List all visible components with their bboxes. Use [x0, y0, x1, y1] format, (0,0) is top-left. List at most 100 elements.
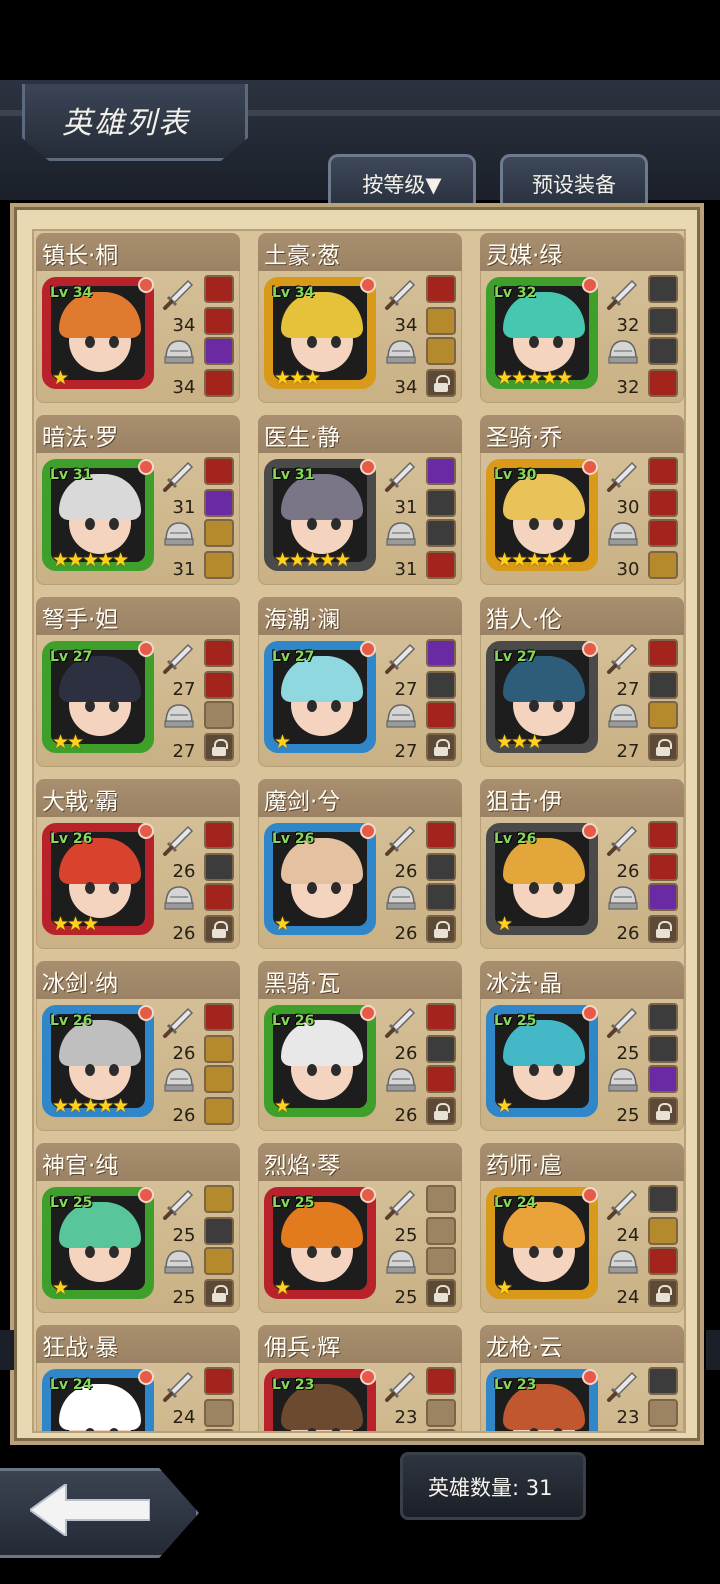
- hero-card[interactable]: 土豪·葱 Lv 34 ★★★ 34 34: [258, 233, 462, 403]
- equipment-slot[interactable]: [204, 671, 234, 699]
- hero-card[interactable]: 狂战·暴Lv 242424: [36, 1325, 240, 1431]
- hero-portrait[interactable]: Lv 26 ★: [264, 823, 376, 935]
- equipment-slot[interactable]: [648, 1035, 678, 1063]
- equipment-slot[interactable]: [426, 701, 456, 729]
- hero-card[interactable]: 灵媒·绿 Lv 32 ★★★★★ 32 32: [480, 233, 684, 403]
- equipment-slot[interactable]: [648, 821, 678, 849]
- hero-portrait[interactable]: Lv 32 ★★★★★: [486, 277, 598, 389]
- hero-card[interactable]: 神官·纯 Lv 25 ★ 25 25: [36, 1143, 240, 1313]
- locked-slot-icon[interactable]: [426, 733, 456, 761]
- equipment-slot[interactable]: [204, 275, 234, 303]
- empty-equipment-slot[interactable]: [204, 1429, 234, 1431]
- equipment-slot[interactable]: [648, 853, 678, 881]
- hero-card[interactable]: 龙枪·云Lv 232323: [480, 1325, 684, 1431]
- equipment-slot[interactable]: [426, 489, 456, 517]
- hero-portrait[interactable]: Lv 31 ★★★★★: [42, 459, 154, 571]
- hero-portrait[interactable]: Lv 26 ★: [264, 1005, 376, 1117]
- empty-equipment-slot[interactable]: [426, 1429, 456, 1431]
- hero-card[interactable]: 大戟·霸 Lv 26 ★★★ 26 26: [36, 779, 240, 949]
- equipment-slot[interactable]: [204, 1035, 234, 1063]
- locked-slot-icon[interactable]: [426, 1097, 456, 1125]
- hero-portrait[interactable]: Lv 26 ★★★★★: [42, 1005, 154, 1117]
- equipment-slot[interactable]: [426, 671, 456, 699]
- equipment-slot[interactable]: [426, 821, 456, 849]
- hero-card[interactable]: 医生·静 Lv 31 ★★★★★ 31 31: [258, 415, 462, 585]
- equipment-slot[interactable]: [426, 639, 456, 667]
- hero-card[interactable]: 药师·扈 Lv 24 ★ 24 24: [480, 1143, 684, 1313]
- equipment-slot[interactable]: [426, 457, 456, 485]
- equipment-slot[interactable]: [648, 275, 678, 303]
- equipment-slot[interactable]: [426, 1003, 456, 1031]
- locked-slot-icon[interactable]: [426, 915, 456, 943]
- hero-card[interactable]: 烈焰·琴 Lv 25 ★ 25 25: [258, 1143, 462, 1313]
- hero-card[interactable]: 弩手·妲 Lv 27 ★★ 27 27: [36, 597, 240, 767]
- hero-card[interactable]: 暗法·罗 Lv 31 ★★★★★ 31 31: [36, 415, 240, 585]
- locked-slot-icon[interactable]: [204, 733, 234, 761]
- equipment-slot[interactable]: [204, 489, 234, 517]
- equipment-slot[interactable]: [204, 883, 234, 911]
- hero-portrait[interactable]: Lv 31 ★★★★★: [264, 459, 376, 571]
- equipment-slot[interactable]: [426, 519, 456, 547]
- equipment-slot[interactable]: [426, 307, 456, 335]
- preset-equipment-button[interactable]: 预设装备: [500, 154, 648, 209]
- hero-portrait[interactable]: Lv 24 ★: [486, 1187, 598, 1299]
- equipment-slot[interactable]: [204, 1217, 234, 1245]
- hero-grid[interactable]: 镇长·桐 Lv 34 ★ 34 34 土豪·葱 Lv 34 ★★★ 34 34 灵媒·绿 Lv 32 ★…: [32, 229, 686, 1433]
- equipment-slot[interactable]: [204, 307, 234, 335]
- equipment-slot[interactable]: [648, 489, 678, 517]
- equipment-slot[interactable]: [648, 883, 678, 911]
- empty-equipment-slot[interactable]: [204, 1399, 234, 1427]
- equipment-slot[interactable]: [648, 1217, 678, 1245]
- equipment-slot[interactable]: [426, 1035, 456, 1063]
- empty-equipment-slot[interactable]: [426, 1399, 456, 1427]
- equipment-slot[interactable]: [648, 1247, 678, 1275]
- equipment-slot[interactable]: [648, 701, 678, 729]
- locked-slot-icon[interactable]: [426, 369, 456, 397]
- hero-portrait[interactable]: Lv 26 ★: [486, 823, 598, 935]
- hero-card[interactable]: 魔剑·兮 Lv 26 ★ 26 26: [258, 779, 462, 949]
- hero-card[interactable]: 冰剑·纳 Lv 26 ★★★★★ 26 26: [36, 961, 240, 1131]
- hero-card[interactable]: 黑骑·瓦 Lv 26 ★ 26 26: [258, 961, 462, 1131]
- hero-card[interactable]: 冰法·晶 Lv 25 ★ 25 25: [480, 961, 684, 1131]
- hero-portrait[interactable]: Lv 27 ★★: [42, 641, 154, 753]
- empty-equipment-slot[interactable]: [648, 1429, 678, 1431]
- equipment-slot[interactable]: [426, 275, 456, 303]
- equipment-slot[interactable]: [204, 337, 234, 365]
- equipment-slot[interactable]: [204, 1097, 234, 1125]
- equipment-slot[interactable]: [426, 1065, 456, 1093]
- empty-equipment-slot[interactable]: [426, 1217, 456, 1245]
- empty-equipment-slot[interactable]: [648, 1399, 678, 1427]
- equipment-slot[interactable]: [204, 821, 234, 849]
- equipment-slot[interactable]: [648, 1185, 678, 1213]
- equipment-slot[interactable]: [648, 519, 678, 547]
- locked-slot-icon[interactable]: [648, 733, 678, 761]
- locked-slot-icon[interactable]: [204, 1279, 234, 1307]
- equipment-slot[interactable]: [204, 1003, 234, 1031]
- empty-equipment-slot[interactable]: [204, 701, 234, 729]
- hero-portrait[interactable]: Lv 23: [486, 1369, 598, 1431]
- equipment-slot[interactable]: [426, 853, 456, 881]
- hero-portrait[interactable]: Lv 34 ★★★: [264, 277, 376, 389]
- equipment-slot[interactable]: [426, 551, 456, 579]
- hero-card[interactable]: 猎人·伦 Lv 27 ★★★ 27 27: [480, 597, 684, 767]
- locked-slot-icon[interactable]: [648, 1279, 678, 1307]
- equipment-slot[interactable]: [204, 1247, 234, 1275]
- equipment-slot[interactable]: [426, 883, 456, 911]
- equipment-slot[interactable]: [648, 369, 678, 397]
- hero-card[interactable]: 海潮·澜 Lv 27 ★ 27 27: [258, 597, 462, 767]
- locked-slot-icon[interactable]: [648, 1097, 678, 1125]
- equipment-slot[interactable]: [204, 853, 234, 881]
- hero-portrait[interactable]: Lv 30 ★★★★★: [486, 459, 598, 571]
- equipment-slot[interactable]: [204, 551, 234, 579]
- hero-portrait[interactable]: Lv 26 ★★★: [42, 823, 154, 935]
- equipment-slot[interactable]: [204, 1065, 234, 1093]
- hero-portrait[interactable]: Lv 34 ★: [42, 277, 154, 389]
- hero-portrait[interactable]: Lv 27 ★★★: [486, 641, 598, 753]
- equipment-slot[interactable]: [648, 551, 678, 579]
- equipment-slot[interactable]: [648, 671, 678, 699]
- equipment-slot[interactable]: [426, 1367, 456, 1395]
- hero-card[interactable]: 圣骑·乔 Lv 30 ★★★★★ 30 30: [480, 415, 684, 585]
- locked-slot-icon[interactable]: [204, 915, 234, 943]
- equipment-slot[interactable]: [204, 457, 234, 485]
- hero-portrait[interactable]: Lv 27 ★: [264, 641, 376, 753]
